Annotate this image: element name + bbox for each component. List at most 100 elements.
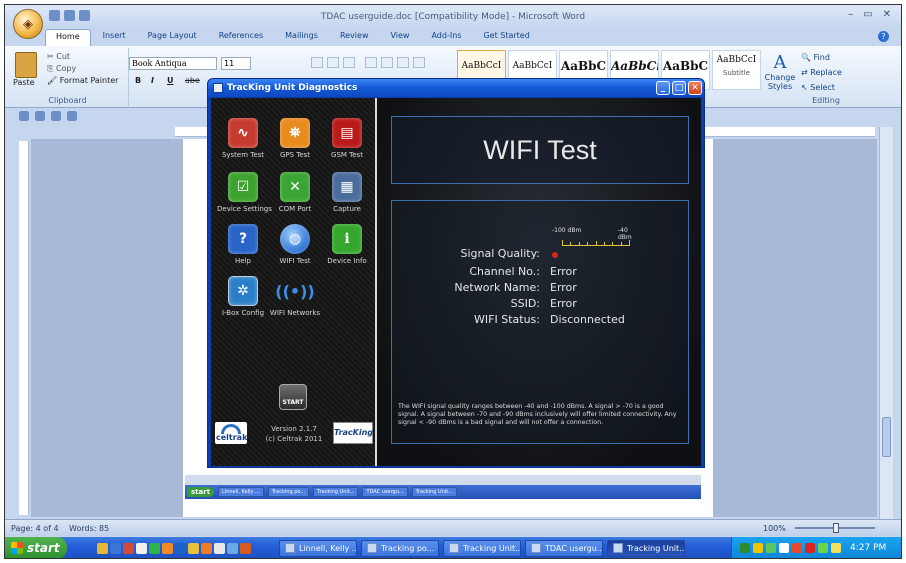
tray-icon[interactable] <box>779 543 789 553</box>
open-icon[interactable] <box>67 111 77 121</box>
wifi-networks-tile[interactable]: ((•)) WIFI Networks <box>269 276 321 318</box>
change-styles-button[interactable]: A Change Styles <box>763 52 797 91</box>
multilevel-list-button[interactable] <box>343 57 355 68</box>
tab-get-started[interactable]: Get Started <box>473 29 539 46</box>
tab-mailings[interactable]: Mailings <box>275 29 328 46</box>
tab-add-ins[interactable]: Add-Ins <box>421 29 471 46</box>
diagnostics-title-bar[interactable]: TracKing Unit Diagnostics <box>208 79 704 97</box>
tray-icon[interactable] <box>740 543 750 553</box>
quick-launch-icon[interactable] <box>136 542 147 554</box>
save-icon[interactable] <box>19 111 29 121</box>
wifi-test-tile[interactable]: ◍ WIFI Test <box>269 224 321 265</box>
system-test-tile[interactable]: ∿ System Test <box>217 118 269 159</box>
scrollbar-thumb[interactable] <box>882 417 891 457</box>
tab-references[interactable]: References <box>209 29 273 46</box>
quick-launch-icon[interactable] <box>201 542 212 554</box>
office-button[interactable]: ◈ <box>13 9 43 39</box>
gsm-test-tile[interactable]: ▤ GSM Test <box>321 118 373 159</box>
gps-test-tile[interactable]: ⛯ GPS Test <box>269 118 321 159</box>
clock[interactable]: 4:27 PM <box>850 543 886 553</box>
taskbar-button-tracking-unit-1[interactable]: Tracking Unit... <box>443 539 521 557</box>
tab-view[interactable]: View <box>380 29 419 46</box>
tray-icon[interactable] <box>792 543 802 553</box>
page-count[interactable]: Page: 4 of 4 <box>11 524 59 533</box>
tracking-logo: TracKing <box>333 422 373 444</box>
quick-launch-icon[interactable] <box>188 542 199 554</box>
paste-icon[interactable] <box>15 52 37 78</box>
embedded-start-button: start <box>187 487 215 497</box>
quick-launch-icon[interactable] <box>162 542 173 554</box>
taskbar-button-tracking-unit-2[interactable]: Tracking Unit... <box>607 539 685 557</box>
quick-launch-icon[interactable] <box>240 542 251 554</box>
maximize-button[interactable]: □ <box>672 81 686 95</box>
device-info-tile[interactable]: i Device Info <box>321 224 373 265</box>
tray-icon[interactable] <box>753 543 763 553</box>
tray-icon[interactable] <box>766 543 776 553</box>
tab-home[interactable]: Home <box>45 29 91 46</box>
vertical-scrollbar[interactable] <box>879 127 893 519</box>
font-name-select[interactable]: Book Antiqua <box>129 57 217 70</box>
quick-launch-icon[interactable] <box>214 542 225 554</box>
increase-indent-button[interactable] <box>381 57 393 68</box>
help-tile[interactable]: ? Help <box>217 224 269 265</box>
taskbar-button-outlook[interactable]: Linnell, Kelly ... <box>279 539 357 557</box>
start-button[interactable]: start <box>5 537 67 558</box>
device-settings-tile[interactable]: ☑ Device Settings <box>217 172 272 213</box>
decrease-indent-button[interactable] <box>365 57 377 68</box>
diagnostics-window: TracKing Unit Diagnostics _ □ ✕ ∿ System… <box>207 78 705 468</box>
quick-access-toolbar-2 <box>19 109 77 123</box>
strikethrough-button[interactable]: abe <box>185 76 200 85</box>
zoom-level[interactable]: 100% <box>763 524 786 533</box>
numbering-button[interactable] <box>327 57 339 68</box>
com-port-tile[interactable]: ✕ COM Port <box>269 172 321 213</box>
ibox-config-tile[interactable]: ✲ I-Box Config <box>217 276 269 317</box>
format-painter-button[interactable]: 🖌 Format Painter <box>47 76 118 85</box>
show-marks-button[interactable] <box>413 57 425 68</box>
help-icon[interactable]: ? <box>878 31 889 42</box>
quick-launch-icon[interactable] <box>110 542 121 554</box>
tray-icon[interactable] <box>805 543 815 553</box>
italic-button[interactable]: I <box>151 76 154 85</box>
taskbar-button-word[interactable]: TDAC usergu... <box>525 539 603 557</box>
quick-launch-icon[interactable] <box>123 542 134 554</box>
close-icon[interactable]: ✕ <box>883 9 891 20</box>
replace-button[interactable]: ⇄ Replace <box>801 65 842 80</box>
bullets-button[interactable] <box>311 57 323 68</box>
copy-button[interactable]: ⎘ Copy <box>47 64 76 74</box>
celtrak-logo: celtrak <box>215 422 247 444</box>
app-icon <box>213 83 223 93</box>
tab-review[interactable]: Review <box>330 29 379 46</box>
page-title: WIFI Test <box>483 134 597 165</box>
find-button[interactable]: 🔍 Find <box>801 50 842 65</box>
undo-icon[interactable] <box>35 111 45 121</box>
zoom-slider-knob[interactable] <box>833 523 839 533</box>
quick-launch-icon[interactable] <box>149 542 160 554</box>
quick-launch-icon[interactable] <box>97 542 108 554</box>
signal-strength-icon[interactable] <box>818 543 828 553</box>
select-button[interactable]: ↖ Select <box>801 80 842 95</box>
sort-button[interactable] <box>397 57 409 68</box>
paste-button[interactable]: Paste <box>13 78 35 87</box>
minimize-icon[interactable]: – <box>848 9 853 20</box>
minimize-button[interactable]: _ <box>656 81 670 95</box>
restore-icon[interactable]: ▭ <box>863 9 872 20</box>
word-count[interactable]: Words: 85 <box>69 524 109 533</box>
print-preview-icon[interactable] <box>51 111 61 121</box>
cut-button[interactable]: ✂ Cut <box>47 52 70 61</box>
underline-button[interactable]: U <box>167 76 174 85</box>
diagnostics-window-controls: _ □ ✕ <box>656 81 702 95</box>
tray-icon[interactable] <box>831 543 841 553</box>
font-size-select[interactable]: 11 <box>221 57 251 70</box>
style-subtitle[interactable]: AaBbCcI Subtitle <box>712 50 761 90</box>
office-logo-icon: ◈ <box>23 16 33 32</box>
start-diagnostics-button[interactable]: START <box>279 384 307 410</box>
tab-page-layout[interactable]: Page Layout <box>138 29 207 46</box>
capture-tile[interactable]: ▦ Capture <box>321 172 373 213</box>
quick-launch-icon[interactable] <box>227 542 238 554</box>
tab-insert[interactable]: Insert <box>93 29 136 46</box>
bold-button[interactable]: B <box>135 76 141 85</box>
taskbar-button-tracking-po[interactable]: Tracking po... <box>361 539 439 557</box>
quick-launch <box>97 542 251 554</box>
quick-launch-icon[interactable] <box>175 542 186 554</box>
close-button[interactable]: ✕ <box>688 81 702 95</box>
